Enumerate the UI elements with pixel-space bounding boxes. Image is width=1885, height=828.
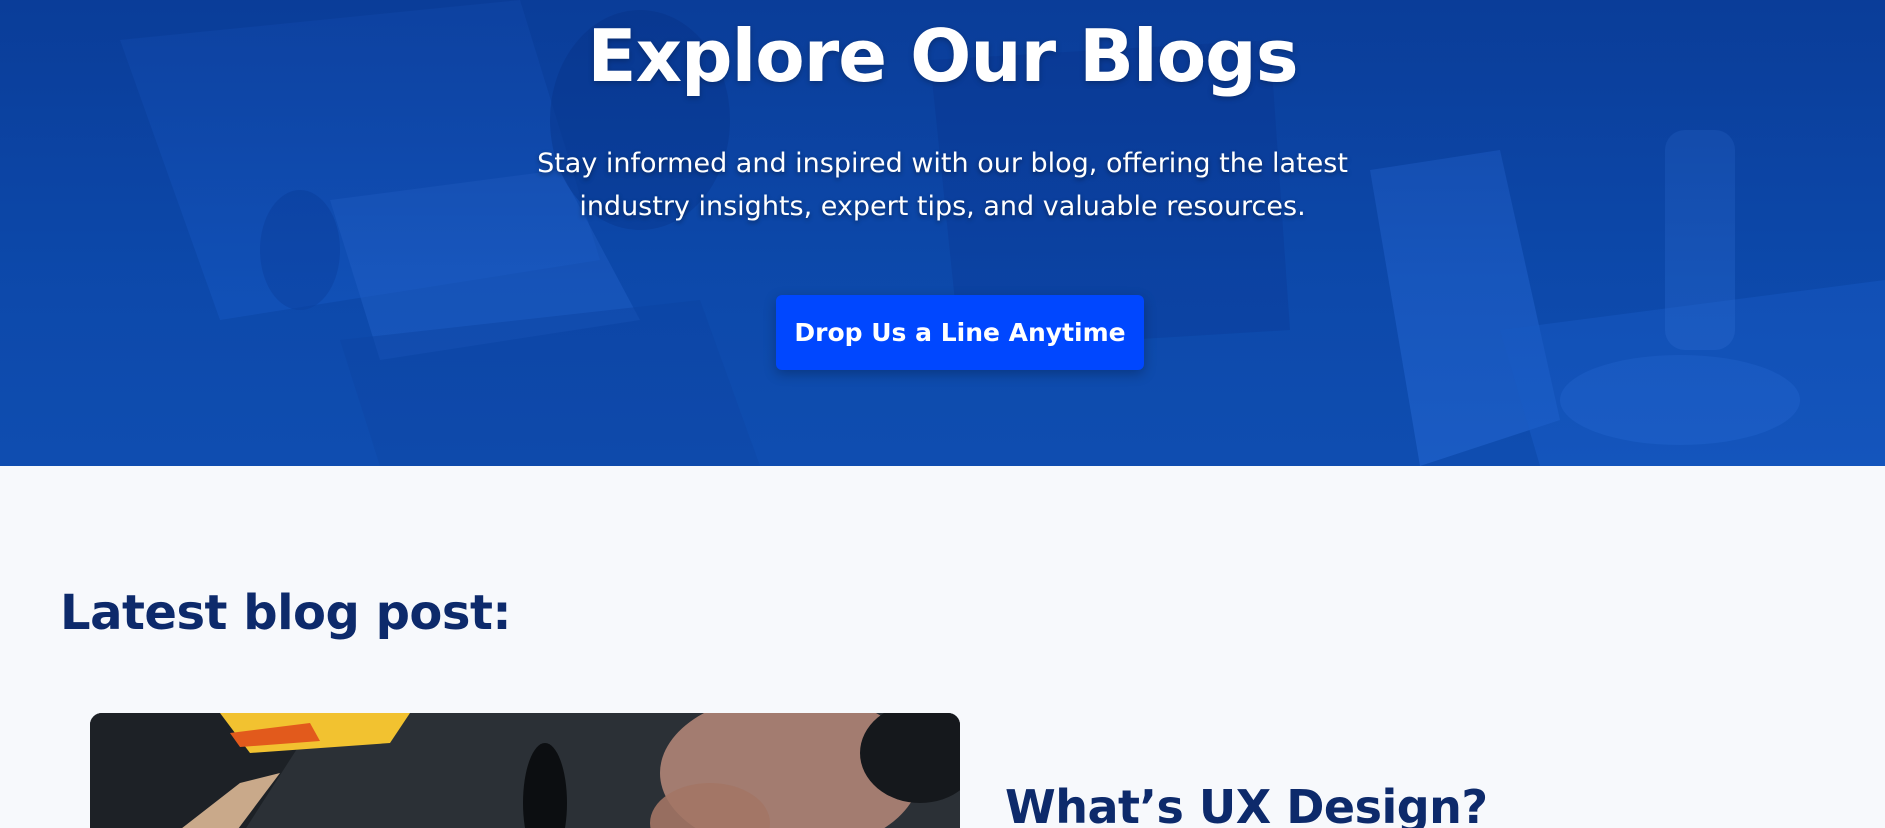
- hero-subtitle-line-1: Stay informed and inspired with our blog…: [537, 148, 1348, 179]
- hero-title: Explore Our Blogs: [587, 14, 1298, 98]
- hero-subtitle-line-2: industry insights, expert tips, and valu…: [579, 191, 1306, 222]
- latest-post-image[interactable]: [90, 713, 960, 828]
- hero-section: Explore Our Blogs Stay informed and insp…: [0, 0, 1885, 466]
- latest-post-photo: [90, 713, 960, 828]
- hero-subtitle: Stay informed and inspired with our blog…: [500, 142, 1385, 228]
- latest-post-title[interactable]: What’s UX Design?: [1005, 780, 1488, 828]
- contact-cta-button[interactable]: Drop Us a Line Anytime: [776, 295, 1144, 370]
- latest-post-heading: Latest blog post:: [60, 585, 512, 641]
